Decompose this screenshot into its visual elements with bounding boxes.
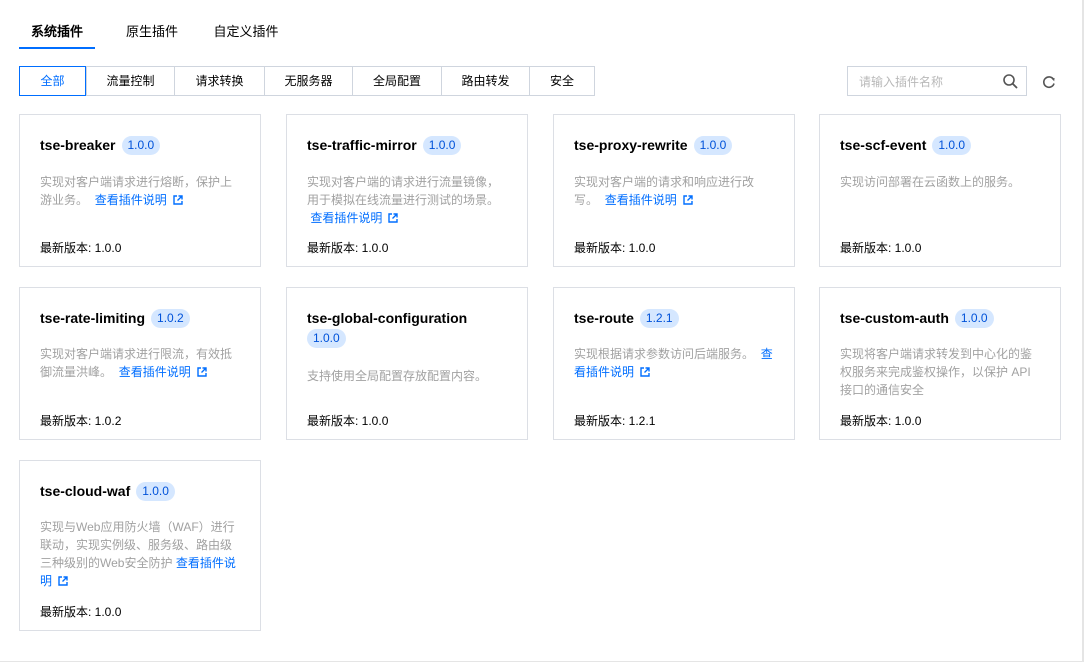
plugin-description: 实现对客户端请求进行限流，有效抵御流量洪峰。 查看插件说明 bbox=[40, 347, 233, 379]
version-badge: 1.0.0 bbox=[136, 482, 175, 501]
filter-traffic-control[interactable]: 流量控制 bbox=[86, 67, 174, 95]
plugin-card-tse-rate-limiting[interactable]: tse-rate-limiting 1.0.2 实现对客户端请求进行限流，有效抵御… bbox=[19, 287, 261, 440]
plugin-name: tse-custom-auth bbox=[840, 310, 949, 326]
plugin-card-tse-route[interactable]: tse-route 1.2.1 实现根据请求参数访问后端服务。 查看插件说明 最新… bbox=[553, 287, 795, 440]
plugin-name: tse-breaker bbox=[40, 137, 116, 153]
plugin-name: tse-route bbox=[574, 310, 634, 326]
plugin-card-tse-scf-event[interactable]: tse-scf-event 1.0.0 实现访问部署在云函数上的服务。 最新版本:… bbox=[819, 114, 1061, 267]
latest-version: 最新版本: 1.0.0 bbox=[307, 414, 389, 428]
external-link-icon bbox=[197, 367, 207, 377]
tab-native-plugins[interactable]: 原生插件 bbox=[95, 14, 209, 47]
version-badge: 1.0.0 bbox=[693, 136, 733, 155]
plugin-description: 实现对客户端的请求和响应进行改写。 查看插件说明 bbox=[574, 175, 755, 207]
version-badge: 1.0.2 bbox=[151, 309, 190, 328]
plugin-name: tse-rate-limiting bbox=[40, 310, 146, 326]
filter-serverless[interactable]: 无服务器 bbox=[264, 67, 352, 95]
external-link-icon bbox=[58, 576, 68, 586]
view-docs-link[interactable]: 查看插件说明 bbox=[310, 211, 399, 225]
filter-all[interactable]: 全部 bbox=[19, 66, 86, 96]
latest-version: 最新版本: 1.0.0 bbox=[307, 241, 389, 255]
version-badge: 1.0.0 bbox=[422, 136, 462, 155]
external-link-icon bbox=[683, 195, 693, 205]
category-filter: 全部 流量控制 请求转换 无服务器 全局配置 路由转发 安全 bbox=[19, 66, 595, 96]
external-link-icon bbox=[640, 367, 650, 377]
filter-global-config[interactable]: 全局配置 bbox=[352, 67, 441, 95]
plugin-description: 实现根据请求参数访问后端服务。 查看插件说明 bbox=[574, 347, 773, 379]
tab-custom-plugins[interactable]: 自定义插件 bbox=[209, 14, 283, 47]
view-docs-link[interactable]: 查看插件说明 bbox=[605, 193, 693, 207]
latest-version: 最新版本: 1.0.0 bbox=[840, 414, 922, 428]
external-link-icon bbox=[173, 195, 183, 205]
plugin-card-tse-global-configuration[interactable]: tse-global-configuration 1.0.0 支持使用全局配置存放… bbox=[286, 287, 528, 440]
latest-version: 最新版本: 1.0.0 bbox=[574, 241, 656, 255]
latest-version: 最新版本: 1.0.2 bbox=[40, 414, 122, 428]
search-input[interactable] bbox=[857, 68, 1001, 96]
version-badge: 1.0.0 bbox=[307, 329, 346, 348]
version-badge: 1.0.0 bbox=[954, 309, 994, 328]
plugin-name: tse-scf-event bbox=[840, 137, 927, 153]
search-icon[interactable] bbox=[1002, 73, 1018, 89]
filter-security[interactable]: 安全 bbox=[529, 67, 594, 95]
latest-version: 最新版本: 1.0.0 bbox=[40, 241, 122, 255]
latest-version: 最新版本: 1.0.0 bbox=[40, 605, 122, 619]
view-docs-link[interactable]: 查看插件说明 bbox=[95, 193, 183, 207]
refresh-icon[interactable] bbox=[1041, 74, 1057, 90]
page: 系统插件 原生插件 自定义插件 全部 流量控制 请求转换 无服务器 全局配置 路… bbox=[0, 0, 1084, 662]
plugin-name: tse-traffic-mirror bbox=[307, 137, 417, 153]
version-badge: 1.2.1 bbox=[639, 309, 679, 328]
plugin-description: 实现对客户端请求进行熔断，保护上游业务。 查看插件说明 bbox=[40, 175, 233, 207]
latest-version: 最新版本: 1.2.1 bbox=[574, 414, 656, 428]
filter-request-transform[interactable]: 请求转换 bbox=[174, 67, 264, 95]
view-docs-link[interactable]: 查看插件说明 bbox=[119, 365, 207, 379]
plugin-name: tse-global-configuration bbox=[307, 310, 468, 326]
tab-system-plugins[interactable]: 系统插件 bbox=[19, 14, 95, 49]
filter-route-forward[interactable]: 路由转发 bbox=[441, 67, 529, 95]
plugin-description: 支持使用全局配置存放配置内容。 bbox=[307, 369, 488, 383]
plugin-type-tabs: 系统插件 原生插件 自定义插件 bbox=[19, 14, 283, 49]
latest-version: 最新版本: 1.0.0 bbox=[840, 241, 922, 255]
plugin-name: tse-cloud-waf bbox=[40, 483, 131, 499]
plugin-description: 实现对客户端的请求进行流量镜像，用于模拟在线流量进行测试的场景。 查看插件说明 bbox=[307, 175, 500, 225]
version-badge: 1.0.0 bbox=[932, 136, 972, 155]
plugin-card-tse-traffic-mirror[interactable]: tse-traffic-mirror 1.0.0 实现对客户端的请求进行流量镜像，… bbox=[286, 114, 528, 267]
plugin-card-tse-cloud-waf[interactable]: tse-cloud-waf 1.0.0 实现与Web应用防火墙（WAF）进行联动，… bbox=[19, 460, 261, 631]
external-link-icon bbox=[388, 213, 399, 223]
plugin-card-tse-proxy-rewrite[interactable]: tse-proxy-rewrite 1.0.0 实现对客户端的请求和响应进行改写。… bbox=[553, 114, 795, 267]
plugin-description: 实现与Web应用防火墙（WAF）进行联动，实现实例级、服务级、路由级三种级别的W… bbox=[40, 520, 236, 588]
plugin-description: 实现将客户端请求转发到中心化的鉴权服务来完成鉴权操作，以保护 API 接口的通信… bbox=[840, 347, 1033, 397]
plugin-card-tse-breaker[interactable]: tse-breaker 1.0.0 实现对客户端请求进行熔断，保护上游业务。 查看… bbox=[19, 114, 261, 267]
plugin-search-box bbox=[847, 66, 1027, 96]
plugin-name: tse-proxy-rewrite bbox=[574, 137, 688, 153]
plugin-card-tse-custom-auth[interactable]: tse-custom-auth 1.0.0 实现将客户端请求转发到中心化的鉴权服务… bbox=[819, 287, 1061, 440]
plugin-description: 实现访问部署在云函数上的服务。 bbox=[840, 175, 1021, 189]
version-badge: 1.0.0 bbox=[121, 136, 161, 155]
